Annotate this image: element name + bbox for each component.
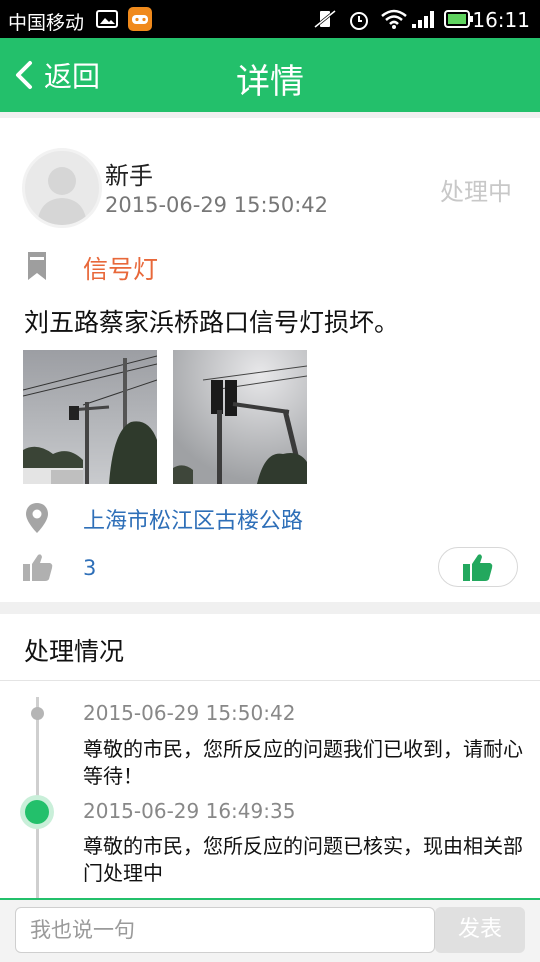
carrier-name: 中国移动 (8, 12, 85, 34)
report-photo-2[interactable] (173, 350, 307, 484)
page-title: 详情 (236, 62, 304, 102)
report-photo-1[interactable] (23, 350, 157, 484)
status-bar: 中国移动 16:11 (0, 0, 540, 38)
report-description: 刘五路蔡家浜桥路口信号灯损坏。 (24, 308, 400, 337)
timeline-entry-time: 2015-06-29 16:49:35 (83, 799, 296, 823)
location-link[interactable]: 上海市松江区古楼公路 (83, 503, 303, 535)
like-button[interactable] (438, 547, 518, 587)
timeline-dot-current (25, 800, 49, 824)
like-count: 3 (83, 556, 97, 580)
category-label: 信号灯 (83, 255, 159, 284)
timeline-entry-text: 尊敬的市民，您所反应的问题我们已收到，请耐心等待！ (83, 737, 523, 788)
battery-icon (444, 10, 473, 28)
timeline-dot (31, 707, 44, 720)
thumbs-up-icon (23, 554, 53, 581)
bookmark-icon (28, 252, 46, 280)
comment-input[interactable] (15, 907, 435, 953)
avatar[interactable] (22, 148, 102, 228)
traffic-light-photo (173, 350, 307, 484)
game-notification-icon (128, 7, 152, 31)
wifi-icon (381, 9, 407, 29)
username: 新手 (105, 162, 153, 190)
vibrate-off-icon (314, 9, 336, 29)
app-header: 返回 详情 (0, 38, 540, 112)
publish-button[interactable]: 发表 (435, 907, 525, 953)
clock: 16:11 (472, 8, 530, 32)
signal-icon (412, 11, 434, 28)
processing-header: 处理情况 (0, 614, 540, 681)
processing-timeline: 2015-06-29 15:50:42 尊敬的市民，您所反应的问题我们已收到，请… (0, 681, 540, 900)
timeline-entry-time: 2015-06-29 15:50:42 (83, 701, 296, 725)
status-badge: 处理中 (440, 178, 512, 206)
section-title: 处理情况 (24, 637, 125, 666)
timeline-entry-text: 尊敬的市民，您所反应的问题已核实，现由相关部门处理中 (83, 834, 523, 885)
comment-bar: 发表 (0, 898, 540, 962)
alarm-icon (350, 12, 368, 30)
traffic-light-photo (23, 350, 157, 484)
image-notification-icon (96, 10, 118, 28)
post-time: 2015-06-29 15:50:42 (105, 193, 329, 217)
default-avatar-icon (37, 167, 87, 225)
location-pin-icon (26, 503, 48, 533)
timeline-line (36, 697, 39, 900)
thumbs-up-icon (463, 554, 493, 581)
